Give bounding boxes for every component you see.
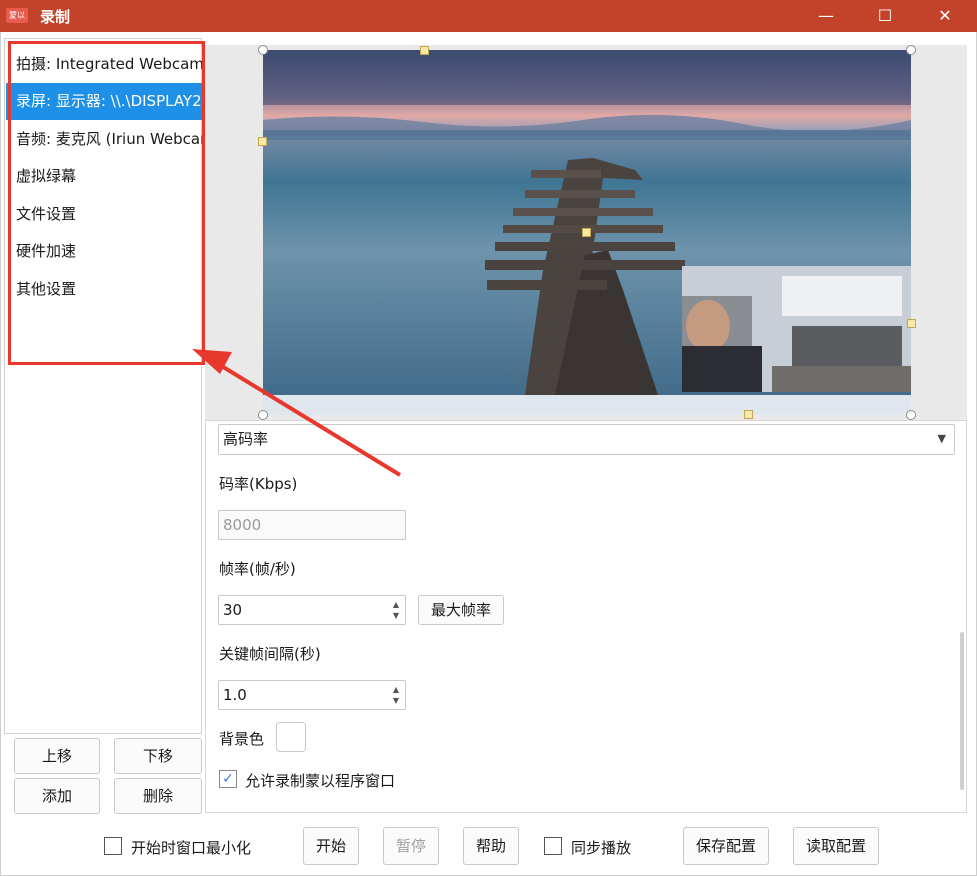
annotation-arrow [192,349,402,477]
